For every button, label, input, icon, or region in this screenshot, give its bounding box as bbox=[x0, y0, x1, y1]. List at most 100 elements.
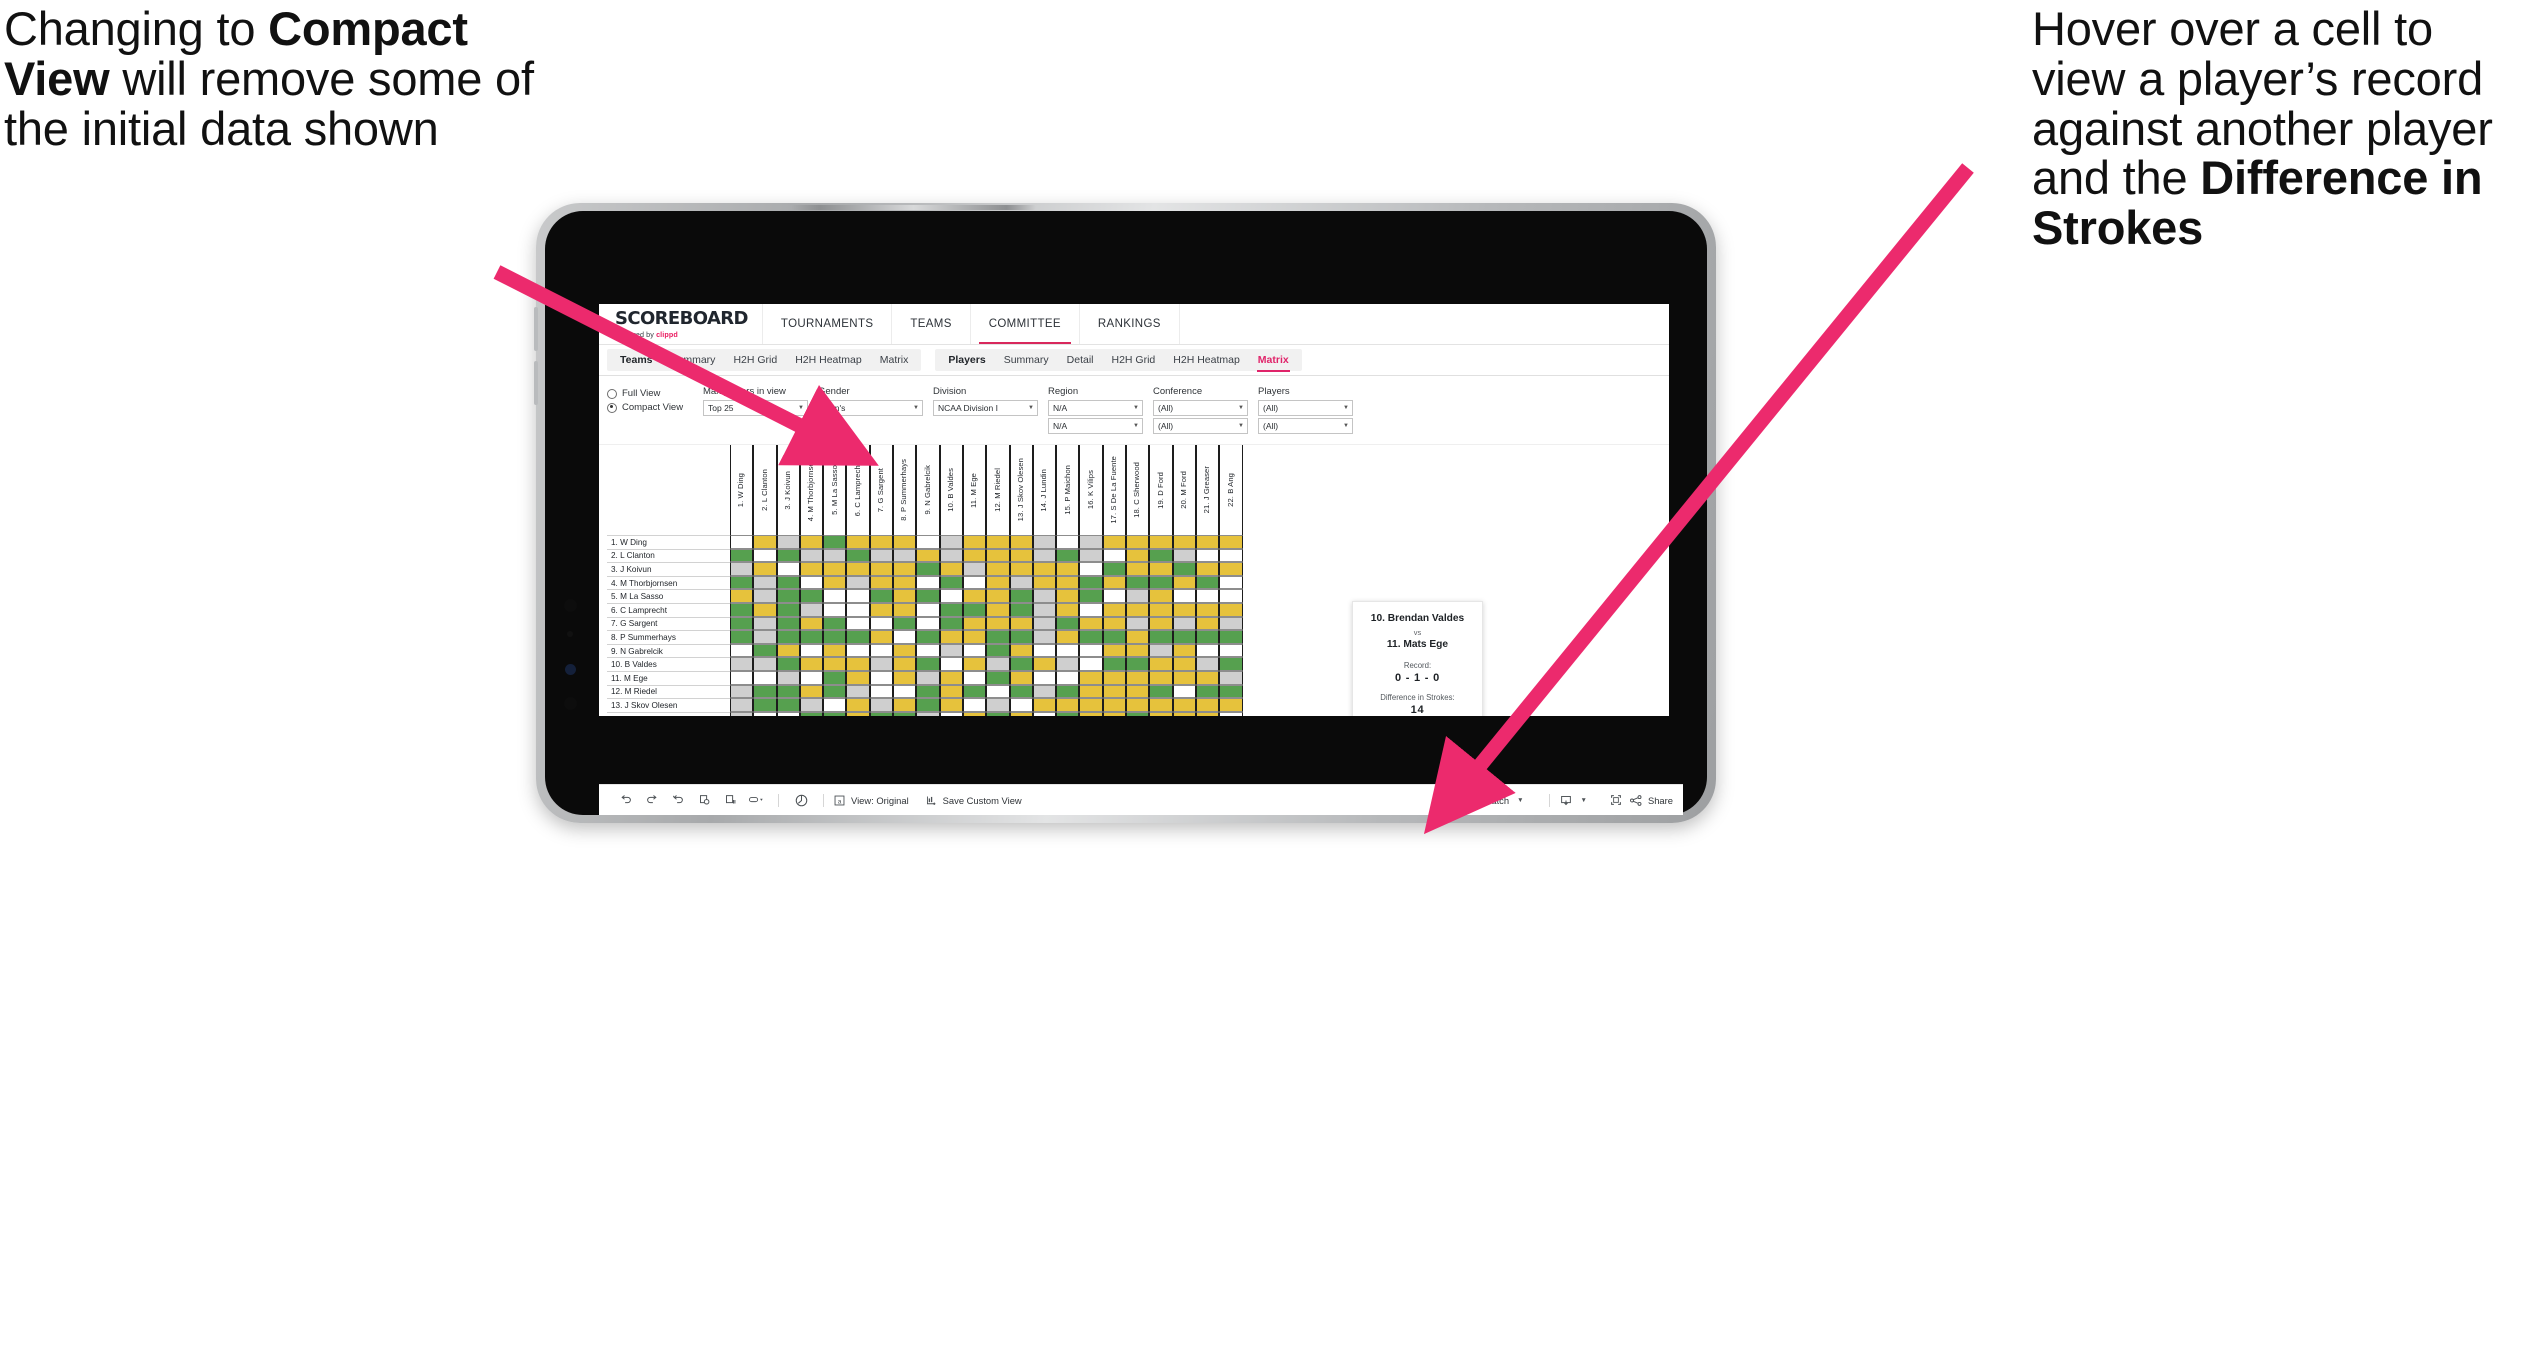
matrix-cell[interactable] bbox=[1032, 630, 1057, 644]
matrix-cell[interactable] bbox=[730, 602, 754, 617]
matrix-cell[interactable] bbox=[962, 535, 987, 549]
download-button[interactable]: ▼ bbox=[1559, 794, 1587, 807]
matrix-cell[interactable] bbox=[1056, 657, 1080, 671]
matrix-cell[interactable] bbox=[1149, 562, 1173, 576]
matrix-cell[interactable] bbox=[1172, 589, 1196, 603]
matrix-cell[interactable] bbox=[962, 589, 987, 603]
matrix-cell[interactable] bbox=[799, 630, 824, 644]
matrix-cell[interactable] bbox=[1126, 643, 1150, 658]
matrix-cell[interactable] bbox=[1079, 630, 1103, 644]
matrix-cell[interactable] bbox=[823, 602, 847, 617]
matrix-cell[interactable] bbox=[986, 698, 1010, 712]
matrix-cell[interactable] bbox=[916, 548, 940, 563]
matrix-cell[interactable] bbox=[1032, 535, 1057, 549]
matrix-cell[interactable] bbox=[1102, 575, 1127, 590]
filter-region-select-2[interactable]: N/A ▼ bbox=[1048, 418, 1143, 434]
matrix-cell[interactable] bbox=[916, 616, 940, 631]
matrix-cell[interactable] bbox=[753, 616, 777, 631]
matrix-cell[interactable] bbox=[1149, 616, 1173, 631]
matrix-cell[interactable] bbox=[939, 575, 963, 590]
matrix-cell[interactable] bbox=[730, 711, 754, 716]
matrix-cell[interactable] bbox=[962, 684, 987, 699]
matrix-cell[interactable] bbox=[1149, 657, 1173, 671]
matrix-cell[interactable] bbox=[1149, 670, 1173, 685]
matrix-cell[interactable] bbox=[916, 562, 940, 576]
matrix-cell[interactable] bbox=[1079, 589, 1103, 603]
matrix-cell[interactable] bbox=[962, 698, 987, 712]
matrix-cell[interactable] bbox=[1056, 548, 1080, 563]
matrix-cell[interactable] bbox=[846, 589, 870, 603]
matrix-cell[interactable] bbox=[1079, 643, 1103, 658]
matrix-cell[interactable] bbox=[1079, 698, 1103, 712]
matrix-cell[interactable] bbox=[916, 643, 940, 658]
matrix-cell[interactable] bbox=[846, 630, 870, 644]
subnav-players-summary[interactable]: Summary bbox=[995, 349, 1058, 371]
matrix-cell[interactable] bbox=[799, 643, 824, 658]
matrix-cell[interactable] bbox=[1149, 698, 1173, 712]
matrix-cell[interactable] bbox=[986, 711, 1010, 716]
filter-max-players-select[interactable]: Top 25 ▼ bbox=[703, 400, 808, 416]
matrix-cell[interactable] bbox=[1219, 670, 1243, 685]
matrix-cell[interactable] bbox=[1195, 698, 1220, 712]
matrix-cell[interactable] bbox=[1172, 643, 1196, 658]
matrix-cell[interactable] bbox=[1172, 670, 1196, 685]
matrix-cell[interactable] bbox=[1009, 562, 1033, 576]
matrix-cell[interactable] bbox=[1219, 711, 1243, 716]
matrix-cell[interactable] bbox=[986, 657, 1010, 671]
matrix-cell[interactable] bbox=[893, 575, 917, 590]
matrix-cell[interactable] bbox=[1102, 657, 1127, 671]
matrix-cell[interactable] bbox=[869, 616, 894, 631]
matrix-cell[interactable] bbox=[916, 657, 940, 671]
matrix-cell[interactable] bbox=[823, 548, 847, 563]
matrix-cell[interactable] bbox=[1172, 616, 1196, 631]
matrix-cell[interactable] bbox=[1149, 602, 1173, 617]
matrix-cell[interactable] bbox=[869, 562, 894, 576]
matrix-cell[interactable] bbox=[893, 711, 917, 716]
matrix-cell[interactable] bbox=[1079, 575, 1103, 590]
matrix-cell[interactable] bbox=[1032, 616, 1057, 631]
help-icon[interactable] bbox=[788, 787, 814, 813]
matrix-cell[interactable] bbox=[1172, 657, 1196, 671]
matrix-cell[interactable] bbox=[730, 548, 754, 563]
matrix-cell[interactable] bbox=[1056, 562, 1080, 576]
matrix-cell[interactable] bbox=[1032, 575, 1057, 590]
matrix-cell[interactable] bbox=[1079, 548, 1103, 563]
matrix-cell[interactable] bbox=[1172, 602, 1196, 617]
matrix-cell[interactable] bbox=[776, 630, 800, 644]
matrix-cell[interactable] bbox=[823, 698, 847, 712]
matrix-cell[interactable] bbox=[1172, 535, 1196, 549]
matrix-cell[interactable] bbox=[730, 643, 754, 658]
matrix-cell[interactable] bbox=[1079, 711, 1103, 716]
matrix-cell[interactable] bbox=[1219, 630, 1243, 644]
matrix-cell[interactable] bbox=[823, 589, 847, 603]
matrix-cell[interactable] bbox=[1102, 698, 1127, 712]
matrix-cell[interactable] bbox=[1219, 535, 1243, 549]
matrix-cell[interactable] bbox=[753, 711, 777, 716]
matrix-cell[interactable] bbox=[799, 670, 824, 685]
matrix-cell[interactable] bbox=[753, 670, 777, 685]
matrix-cell[interactable] bbox=[753, 643, 777, 658]
matrix-cell[interactable] bbox=[823, 684, 847, 699]
subnav-players-detail[interactable]: Detail bbox=[1058, 349, 1103, 371]
matrix-cell[interactable] bbox=[916, 589, 940, 603]
matrix-cell[interactable] bbox=[893, 589, 917, 603]
matrix-cell[interactable] bbox=[962, 670, 987, 685]
matrix-cell[interactable] bbox=[1032, 670, 1057, 685]
matrix-cell[interactable] bbox=[1219, 616, 1243, 631]
matrix-cell[interactable] bbox=[1009, 630, 1033, 644]
matrix-cell[interactable] bbox=[939, 657, 963, 671]
matrix-cell[interactable] bbox=[753, 657, 777, 671]
matrix-cell[interactable] bbox=[869, 602, 894, 617]
matrix-cell[interactable] bbox=[916, 698, 940, 712]
matrix-cell[interactable] bbox=[1219, 698, 1243, 712]
matrix-cell[interactable] bbox=[1032, 589, 1057, 603]
matrix-cell[interactable] bbox=[939, 630, 963, 644]
matrix-cell[interactable] bbox=[1219, 562, 1243, 576]
matrix-cell[interactable] bbox=[1126, 657, 1150, 671]
matrix-cell[interactable] bbox=[986, 684, 1010, 699]
matrix-cell[interactable] bbox=[1219, 657, 1243, 671]
matrix-cell[interactable] bbox=[1009, 643, 1033, 658]
matrix-cell[interactable] bbox=[916, 535, 940, 549]
matrix-cell[interactable] bbox=[1102, 643, 1127, 658]
matrix-cell[interactable] bbox=[893, 616, 917, 631]
